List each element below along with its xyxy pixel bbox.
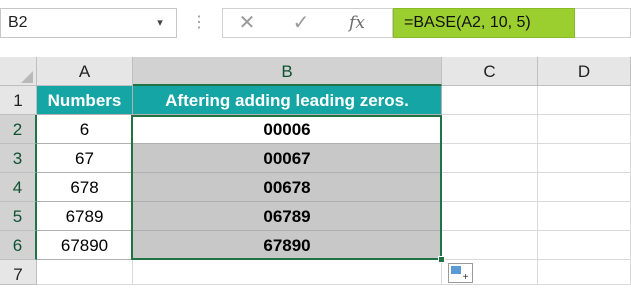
cell-b7[interactable] — [133, 260, 442, 285]
cell-d3[interactable] — [538, 144, 631, 173]
formula-input-extension[interactable] — [575, 8, 631, 38]
row-header-2[interactable]: 2 — [0, 115, 37, 144]
cell-b3[interactable]: 00067 — [133, 144, 442, 173]
close-icon[interactable]: ✕ — [233, 9, 261, 37]
formula-bar-resize-handle[interactable]: ⋮ — [191, 12, 207, 34]
cell-c1[interactable] — [442, 86, 538, 115]
column-header-d[interactable]: D — [538, 57, 631, 86]
cell-c3[interactable] — [442, 144, 538, 173]
formula-bar-buttons: ✕ ✓ fx — [222, 8, 393, 38]
cell-c2[interactable] — [442, 115, 538, 144]
cell-a7[interactable] — [37, 260, 133, 285]
fill-handle[interactable] — [438, 256, 445, 263]
formula-input[interactable]: =BASE(A2, 10, 5) — [393, 8, 575, 38]
row-header-7[interactable]: 7 — [0, 260, 37, 285]
quick-analysis-lightning-icon: + — [462, 272, 469, 283]
cell-a3[interactable]: 67 — [37, 144, 133, 173]
cell-d6[interactable] — [538, 231, 631, 260]
cell-d7[interactable] — [538, 260, 631, 285]
row-header-1[interactable]: 1 — [0, 86, 37, 115]
row-header-4[interactable]: 4 — [0, 173, 37, 202]
select-all-triangle-icon — [21, 71, 33, 83]
cell-c6[interactable] — [442, 231, 538, 260]
column-header-b[interactable]: B — [133, 57, 442, 86]
cell-d2[interactable] — [538, 115, 631, 144]
fx-icon[interactable]: fx — [339, 9, 375, 37]
name-box-dropdown-icon[interactable]: ▾ — [150, 8, 170, 38]
cell-a6[interactable]: 67890 — [37, 231, 133, 260]
cell-d1[interactable] — [538, 86, 631, 115]
cell-b5[interactable]: 06789 — [133, 202, 442, 231]
cell-d4[interactable] — [538, 173, 631, 202]
cell-d5[interactable] — [538, 202, 631, 231]
row-header-5[interactable]: 5 — [0, 202, 37, 231]
cell-a5[interactable]: 6789 — [37, 202, 133, 231]
cell-c4[interactable] — [442, 173, 538, 202]
cell-b4[interactable]: 00678 — [133, 173, 442, 202]
cell-a2[interactable]: 6 — [37, 115, 133, 144]
row-header-3[interactable]: 3 — [0, 144, 37, 173]
cell-b1[interactable]: Aftering adding leading zeros. — [133, 86, 442, 115]
cell-b2[interactable]: 00006 — [133, 115, 442, 144]
quick-analysis-grid-icon — [451, 266, 461, 274]
column-header-c[interactable]: C — [442, 57, 538, 86]
cell-c5[interactable] — [442, 202, 538, 231]
cell-a1[interactable]: Numbers — [37, 86, 133, 115]
check-icon[interactable]: ✓ — [287, 9, 315, 37]
column-header-a[interactable]: A — [37, 57, 133, 86]
cell-b6[interactable]: 67890 — [133, 231, 442, 260]
cell-a4[interactable]: 678 — [37, 173, 133, 202]
row-header-6[interactable]: 6 — [0, 231, 37, 260]
